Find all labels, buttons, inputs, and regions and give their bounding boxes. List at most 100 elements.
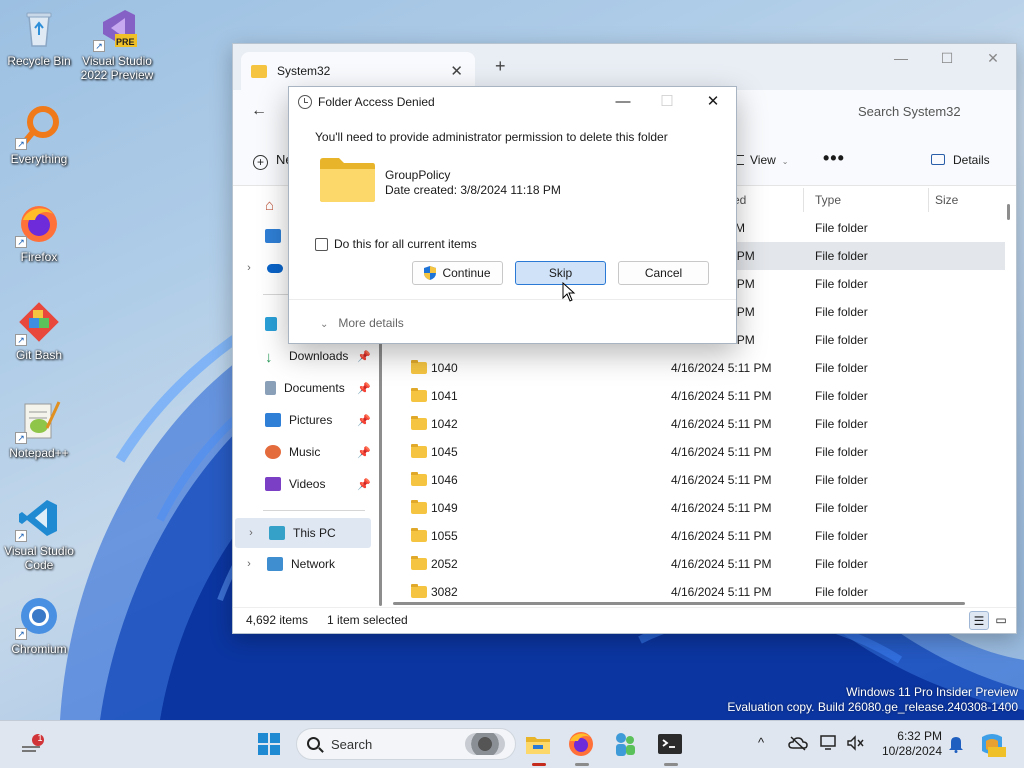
desktop-icon-git-bash[interactable]: ↗ Git Bash bbox=[0, 300, 78, 362]
maximize-button[interactable]: ☐ bbox=[924, 44, 970, 74]
close-button[interactable]: ✕ bbox=[970, 44, 1016, 74]
firefox-icon: ↗ bbox=[15, 202, 61, 248]
nav-label: Network bbox=[291, 557, 336, 571]
desktop-icon-notepad-plus-plus[interactable]: ↗ Notepad++ bbox=[0, 398, 78, 460]
table-row[interactable]: 1041 4/16/2024 5:11 PM File folder bbox=[393, 382, 1005, 410]
taskbar-file-explorer[interactable] bbox=[523, 729, 553, 766]
folder-icon bbox=[411, 360, 427, 374]
nav-item-documents[interactable]: Documents 📌 bbox=[233, 374, 373, 402]
network-icon bbox=[267, 557, 283, 571]
row-type: File folder bbox=[815, 249, 868, 263]
column-header-type[interactable]: Type bbox=[815, 186, 841, 214]
desktop-icon-vscode[interactable]: ↗ Visual Studio Code bbox=[0, 496, 78, 572]
row-type: File folder bbox=[815, 305, 868, 319]
nav-item-pictures[interactable]: Pictures 📌 bbox=[233, 406, 373, 434]
view-button[interactable]: View ⌄ bbox=[733, 153, 789, 167]
table-row[interactable]: 1040 4/16/2024 5:11 PM File folder bbox=[393, 354, 1005, 382]
row-name: 1046 bbox=[431, 473, 458, 487]
dialog-close-button[interactable]: ✕ bbox=[693, 91, 733, 115]
close-tab-icon[interactable]: ✕ bbox=[450, 62, 463, 80]
column-divider[interactable] bbox=[803, 188, 804, 212]
more-details-toggle[interactable]: ⌄ More details bbox=[320, 316, 404, 330]
row-date: 4/16/2024 5:11 PM bbox=[671, 389, 772, 403]
volume-tray-icon[interactable] bbox=[846, 735, 864, 751]
start-button[interactable] bbox=[254, 729, 284, 759]
taskbar-terminal[interactable] bbox=[655, 729, 685, 766]
desktop-icon-label: Git Bash bbox=[15, 348, 63, 362]
dialog-minimize-button[interactable]: — bbox=[603, 91, 643, 115]
network-tray-icon[interactable] bbox=[820, 735, 838, 751]
apply-to-all-checkbox[interactable]: Do this for all current items bbox=[315, 237, 477, 251]
nav-item-music[interactable]: Music 📌 bbox=[233, 438, 373, 466]
git-bash-icon: ↗ bbox=[15, 300, 61, 346]
tab-system32[interactable]: System32 ✕ bbox=[241, 52, 475, 90]
more-options-button[interactable]: ••• bbox=[823, 148, 845, 169]
nav-item-downloads[interactable]: ↓ Downloads 📌 bbox=[233, 342, 373, 370]
new-tab-button[interactable]: + bbox=[495, 56, 506, 77]
desktop-icon-recycle-bin[interactable]: Recycle Bin bbox=[0, 6, 78, 68]
column-header-size[interactable]: Size bbox=[935, 186, 958, 214]
nav-label: Documents bbox=[284, 381, 345, 395]
row-type: File folder bbox=[815, 277, 868, 291]
copilot-pre-icon[interactable] bbox=[978, 731, 1006, 759]
table-row[interactable]: 1046 4/16/2024 5:11 PM File folder bbox=[393, 466, 1005, 494]
taskbar-search-box[interactable]: Search bbox=[296, 728, 516, 760]
chevron-right-icon[interactable]: › bbox=[243, 527, 259, 539]
notepad-plus-plus-icon: ↗ bbox=[15, 398, 61, 444]
row-type: File folder bbox=[815, 557, 868, 571]
table-row[interactable]: 1042 4/16/2024 5:11 PM File folder bbox=[393, 410, 1005, 438]
taskbar-firefox[interactable] bbox=[566, 729, 596, 766]
widgets-button[interactable]: 1 bbox=[20, 733, 46, 755]
desktop-icon-visual-studio-preview[interactable]: PRE ↗ Visual Studio 2022 Preview bbox=[78, 6, 156, 82]
shortcut-arrow-icon: ↗ bbox=[15, 432, 27, 444]
desktop-icon-label: Chromium bbox=[11, 642, 67, 656]
clock[interactable]: 6:32 PM 10/28/2024 bbox=[882, 729, 942, 759]
folder-icon bbox=[411, 500, 427, 514]
minimize-button[interactable]: — bbox=[878, 44, 924, 74]
table-row[interactable]: 2052 4/16/2024 5:11 PM File folder bbox=[393, 550, 1005, 578]
details-view-icon: ☰ bbox=[973, 614, 985, 628]
table-row[interactable]: 1049 4/16/2024 5:11 PM File folder bbox=[393, 494, 1005, 522]
onedrive-tray-icon[interactable] bbox=[788, 735, 808, 751]
vertical-scrollbar[interactable] bbox=[1007, 204, 1010, 220]
nav-item-videos[interactable]: Videos 📌 bbox=[233, 470, 373, 498]
tiles-view-button[interactable]: ▭ bbox=[991, 611, 1011, 630]
new-button[interactable]: + Ne bbox=[253, 152, 293, 170]
cancel-button[interactable]: Cancel bbox=[618, 261, 709, 285]
desktop-icon-firefox[interactable]: ↗ Firefox bbox=[0, 202, 78, 264]
table-row[interactable]: 1055 4/16/2024 5:11 PM File folder bbox=[393, 522, 1005, 550]
horizontal-scrollbar[interactable] bbox=[393, 602, 965, 605]
checkbox-box[interactable] bbox=[315, 237, 328, 251]
continue-button[interactable]: Continue bbox=[412, 261, 503, 285]
back-arrow-icon[interactable]: ← bbox=[251, 102, 267, 120]
music-icon bbox=[265, 445, 281, 459]
nav-item-network[interactable]: › Network bbox=[233, 550, 373, 578]
row-date: 4/16/2024 5:11 PM bbox=[671, 501, 772, 515]
chevron-right-icon[interactable]: › bbox=[241, 262, 257, 274]
nav-item-this-pc[interactable]: › This PC bbox=[235, 518, 371, 548]
active-indicator bbox=[532, 763, 546, 766]
desktop-icon-chromium[interactable]: ↗ Chromium bbox=[0, 594, 78, 656]
folder-access-denied-dialog: Folder Access Denied — ☐ ✕ You'll need t… bbox=[288, 86, 737, 344]
taskbar-app-people[interactable] bbox=[610, 729, 640, 759]
notifications-bell-icon[interactable] bbox=[948, 735, 964, 753]
pictures-icon bbox=[265, 413, 281, 427]
dialog-message: You'll need to provide administrator per… bbox=[315, 130, 668, 144]
details-pane-button[interactable]: Details bbox=[931, 153, 990, 167]
folder-icon bbox=[411, 556, 427, 570]
pin-icon: 📌 bbox=[357, 446, 371, 459]
row-date: 4/16/2024 5:11 PM bbox=[671, 473, 772, 487]
running-indicator bbox=[664, 763, 678, 766]
details-pane-icon bbox=[931, 154, 945, 165]
tray-overflow-button[interactable]: ^ bbox=[758, 735, 764, 750]
table-row[interactable]: 1045 4/16/2024 5:11 PM File folder bbox=[393, 438, 1005, 466]
desktop-icon-everything[interactable]: ↗ Everything bbox=[0, 104, 78, 166]
details-view-button[interactable]: ☰ bbox=[969, 611, 989, 630]
search-input[interactable]: Search System32 bbox=[854, 98, 1004, 126]
clock-time: 6:32 PM bbox=[897, 729, 942, 743]
column-divider[interactable] bbox=[928, 188, 929, 212]
folder-icon bbox=[411, 584, 427, 598]
row-type: File folder bbox=[815, 417, 868, 431]
chevron-right-icon[interactable]: › bbox=[241, 558, 257, 570]
skip-button[interactable]: Skip bbox=[515, 261, 606, 285]
